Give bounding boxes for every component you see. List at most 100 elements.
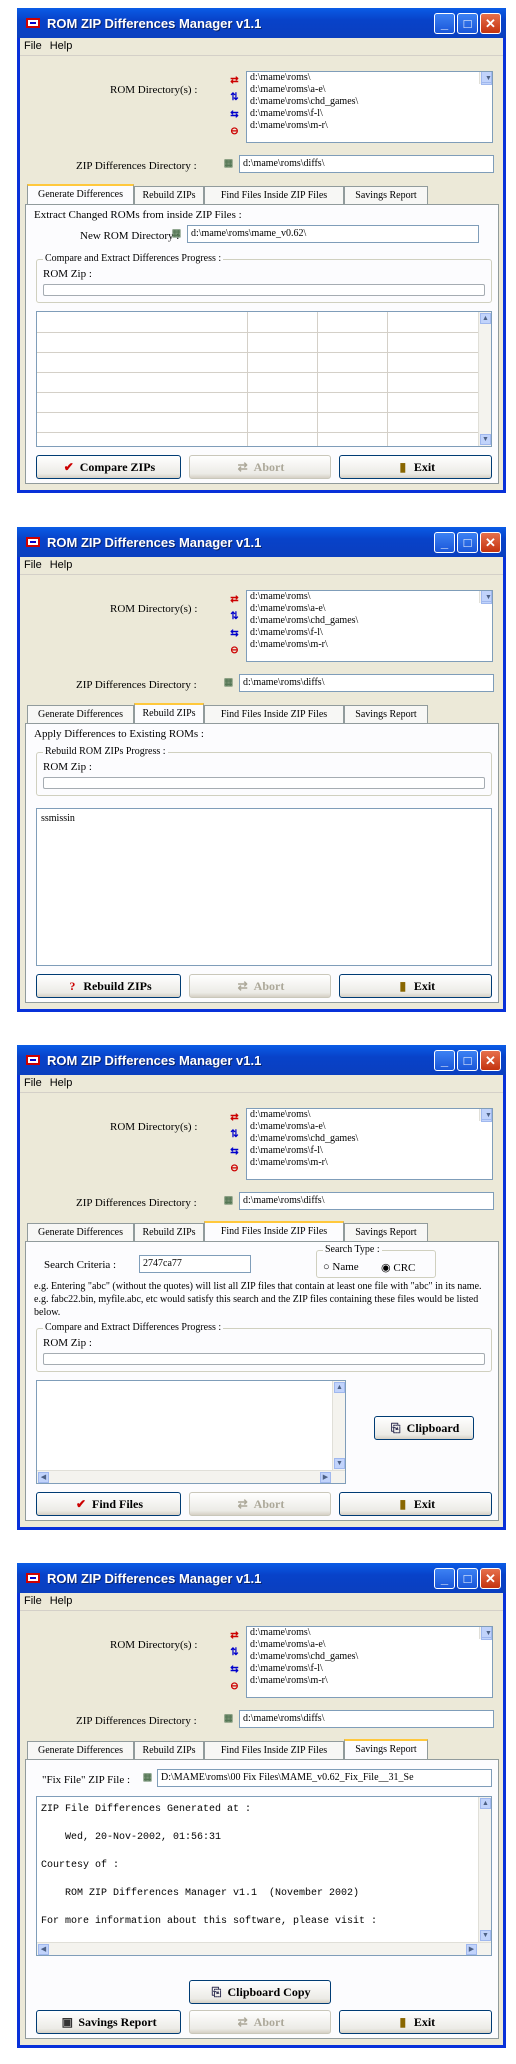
browse-folder-icon[interactable]: ▦ — [221, 1193, 236, 1208]
tab-savings-report[interactable]: Savings Report — [344, 1739, 428, 1759]
zip-differences-field[interactable]: d:\mame\roms\diffs\ — [239, 155, 494, 173]
scroll-left-icon[interactable]: ◀ — [38, 1472, 49, 1483]
menu-file[interactable]: File — [20, 1593, 46, 1607]
vertical-scrollbar[interactable]: ▲▼ — [479, 1627, 492, 1640]
zip-differences-field[interactable]: d:\mame\roms\diffs\ — [239, 1710, 494, 1728]
move-down-icon[interactable]: ⇆ — [227, 1662, 242, 1677]
tab-rebuild-zips[interactable]: Rebuild ZIPs — [134, 186, 204, 204]
radio-crc[interactable]: ◉ CRC — [381, 1261, 415, 1274]
results-grid[interactable]: ▲ ▼ — [36, 311, 492, 447]
list-item[interactable]: d:\mame\roms\f-l\ — [247, 1663, 492, 1675]
list-item[interactable]: d:\mame\roms\ — [247, 72, 492, 84]
list-item[interactable]: d:\mame\roms\f-l\ — [247, 108, 492, 120]
move-down-icon[interactable]: ⇆ — [227, 1144, 242, 1159]
maximize-button[interactable]: □ — [457, 13, 478, 34]
scroll-up-icon[interactable]: ▲ — [480, 1798, 491, 1809]
vertical-scrollbar[interactable]: ▲▼ — [479, 1109, 492, 1122]
minimize-button[interactable]: _ — [434, 1568, 455, 1589]
menu-file[interactable]: File — [20, 38, 46, 52]
zip-differences-field[interactable]: d:\mame\roms\diffs\ — [239, 1192, 494, 1210]
browse-folder-icon[interactable]: ▦ — [140, 1770, 155, 1785]
exit-button[interactable]: ▮ Exit — [339, 974, 492, 998]
scroll-right-icon[interactable]: ▶ — [320, 1472, 331, 1483]
tab-savings-report[interactable]: Savings Report — [344, 1223, 428, 1241]
abort-button[interactable]: ⇄ Abort — [189, 2010, 331, 2034]
list-item[interactable]: d:\mame\roms\chd_games\ — [247, 1651, 492, 1663]
exit-button[interactable]: ▮ Exit — [339, 1492, 492, 1516]
savings-report-button[interactable]: ▣ Savings Report — [36, 2010, 181, 2034]
maximize-button[interactable]: □ — [457, 1568, 478, 1589]
browse-folder-icon[interactable]: ▦ — [221, 1711, 236, 1726]
menu-help[interactable]: Help — [46, 1075, 77, 1089]
list-item[interactable]: d:\mame\roms\chd_games\ — [247, 1133, 492, 1145]
move-up-icon[interactable]: ⇅ — [227, 609, 242, 624]
tab-find-files[interactable]: Find Files Inside ZIP Files — [204, 1741, 344, 1759]
vertical-scrollbar[interactable]: ▲▼ — [479, 72, 492, 85]
list-item[interactable]: d:\mame\roms\m-r\ — [247, 120, 492, 132]
list-item[interactable]: d:\mame\roms\f-l\ — [247, 1145, 492, 1157]
abort-button[interactable]: ⇄ Abort — [189, 974, 331, 998]
browse-folder-icon[interactable]: ▦ — [221, 156, 236, 171]
vertical-scrollbar[interactable]: ▲▼ — [479, 591, 492, 604]
remove-directory-icon[interactable]: ⊖ — [227, 643, 242, 658]
list-item[interactable]: d:\mame\roms\m-r\ — [247, 1157, 492, 1169]
tab-savings-report[interactable]: Savings Report — [344, 705, 428, 723]
menu-help[interactable]: Help — [46, 38, 77, 52]
scroll-right-icon[interactable]: ▶ — [466, 1944, 477, 1955]
maximize-button[interactable]: □ — [457, 532, 478, 553]
search-results-list[interactable]: ▲ ▼ ◀ ▶ — [36, 1380, 346, 1484]
remove-directory-icon[interactable]: ⊖ — [227, 1679, 242, 1694]
zip-differences-field[interactable]: d:\mame\roms\diffs\ — [239, 674, 494, 692]
tab-generate-differences[interactable]: Generate Differences — [27, 1223, 134, 1241]
tab-savings-report[interactable]: Savings Report — [344, 186, 428, 204]
tab-generate-differences[interactable]: Generate Differences — [27, 705, 134, 723]
tab-rebuild-zips[interactable]: Rebuild ZIPs — [134, 1223, 204, 1241]
scroll-down-icon[interactable]: ▼ — [481, 72, 492, 83]
add-directory-icon[interactable]: ⇄ — [227, 592, 242, 607]
scroll-down-icon[interactable]: ▼ — [480, 434, 491, 445]
new-rom-directory-field[interactable]: d:\mame\roms\mame_v0.62\ — [187, 225, 479, 243]
close-button[interactable]: ✕ — [480, 13, 501, 34]
exit-button[interactable]: ▮ Exit — [339, 2010, 492, 2034]
vertical-scrollbar[interactable]: ▲▼ — [478, 312, 491, 446]
tab-find-files[interactable]: Find Files Inside ZIP Files — [204, 1221, 344, 1241]
list-item[interactable]: d:\mame\roms\f-l\ — [247, 627, 492, 639]
exit-button[interactable]: ▮ Exit — [339, 455, 492, 479]
scroll-down-icon[interactable]: ▼ — [481, 1109, 492, 1120]
add-directory-icon[interactable]: ⇄ — [227, 1110, 242, 1125]
tab-generate-differences[interactable]: Generate Differences — [27, 1741, 134, 1759]
vertical-scrollbar[interactable]: ▲▼ — [332, 1381, 345, 1470]
close-button[interactable]: ✕ — [480, 1050, 501, 1071]
move-down-icon[interactable]: ⇆ — [227, 107, 242, 122]
rom-directory-list[interactable]: d:\mame\roms\ d:\mame\roms\a-e\ d:\mame\… — [246, 1108, 493, 1180]
remove-directory-icon[interactable]: ⊖ — [227, 124, 242, 139]
remove-directory-icon[interactable]: ⊖ — [227, 1161, 242, 1176]
add-directory-icon[interactable]: ⇄ — [227, 1628, 242, 1643]
minimize-button[interactable]: _ — [434, 532, 455, 553]
list-item[interactable]: d:\mame\roms\a-e\ — [247, 1121, 492, 1133]
scroll-down-icon[interactable]: ▼ — [480, 1930, 491, 1941]
move-down-icon[interactable]: ⇆ — [227, 626, 242, 641]
find-files-button[interactable]: ✔ Find Files — [36, 1492, 181, 1516]
tab-find-files[interactable]: Find Files Inside ZIP Files — [204, 705, 344, 723]
browse-folder-icon[interactable]: ▦ — [169, 226, 184, 241]
list-item[interactable]: d:\mame\roms\ — [247, 1109, 492, 1121]
rom-directory-list[interactable]: d:\mame\roms\ d:\mame\roms\a-e\ d:\mame\… — [246, 71, 493, 143]
move-up-icon[interactable]: ⇅ — [227, 90, 242, 105]
scroll-down-icon[interactable]: ▼ — [334, 1458, 345, 1469]
log-list[interactable]: ssmissin — [36, 808, 492, 966]
report-text-area[interactable]: ZIP File Differences Generated at : Wed,… — [36, 1796, 492, 1956]
tab-rebuild-zips[interactable]: Rebuild ZIPs — [134, 1741, 204, 1759]
rebuild-zips-button[interactable]: ? Rebuild ZIPs — [36, 974, 181, 998]
list-item[interactable]: d:\mame\roms\a-e\ — [247, 603, 492, 615]
list-item[interactable]: d:\mame\roms\chd_games\ — [247, 96, 492, 108]
rom-directory-list[interactable]: d:\mame\roms\ d:\mame\roms\a-e\ d:\mame\… — [246, 590, 493, 662]
scroll-up-icon[interactable]: ▲ — [480, 313, 491, 324]
close-button[interactable]: ✕ — [480, 532, 501, 553]
add-directory-icon[interactable]: ⇄ — [227, 73, 242, 88]
tab-rebuild-zips[interactable]: Rebuild ZIPs — [134, 703, 204, 723]
title-bar[interactable]: ROM ZIP Differences Manager v1.1 _ □ ✕ — [17, 1563, 506, 1593]
radio-name[interactable]: ○ Name — [323, 1261, 359, 1273]
move-up-icon[interactable]: ⇅ — [227, 1127, 242, 1142]
fix-file-field[interactable]: D:\MAME\roms\00 Fix Files\MAME_v0.62_Fix… — [157, 1769, 492, 1787]
